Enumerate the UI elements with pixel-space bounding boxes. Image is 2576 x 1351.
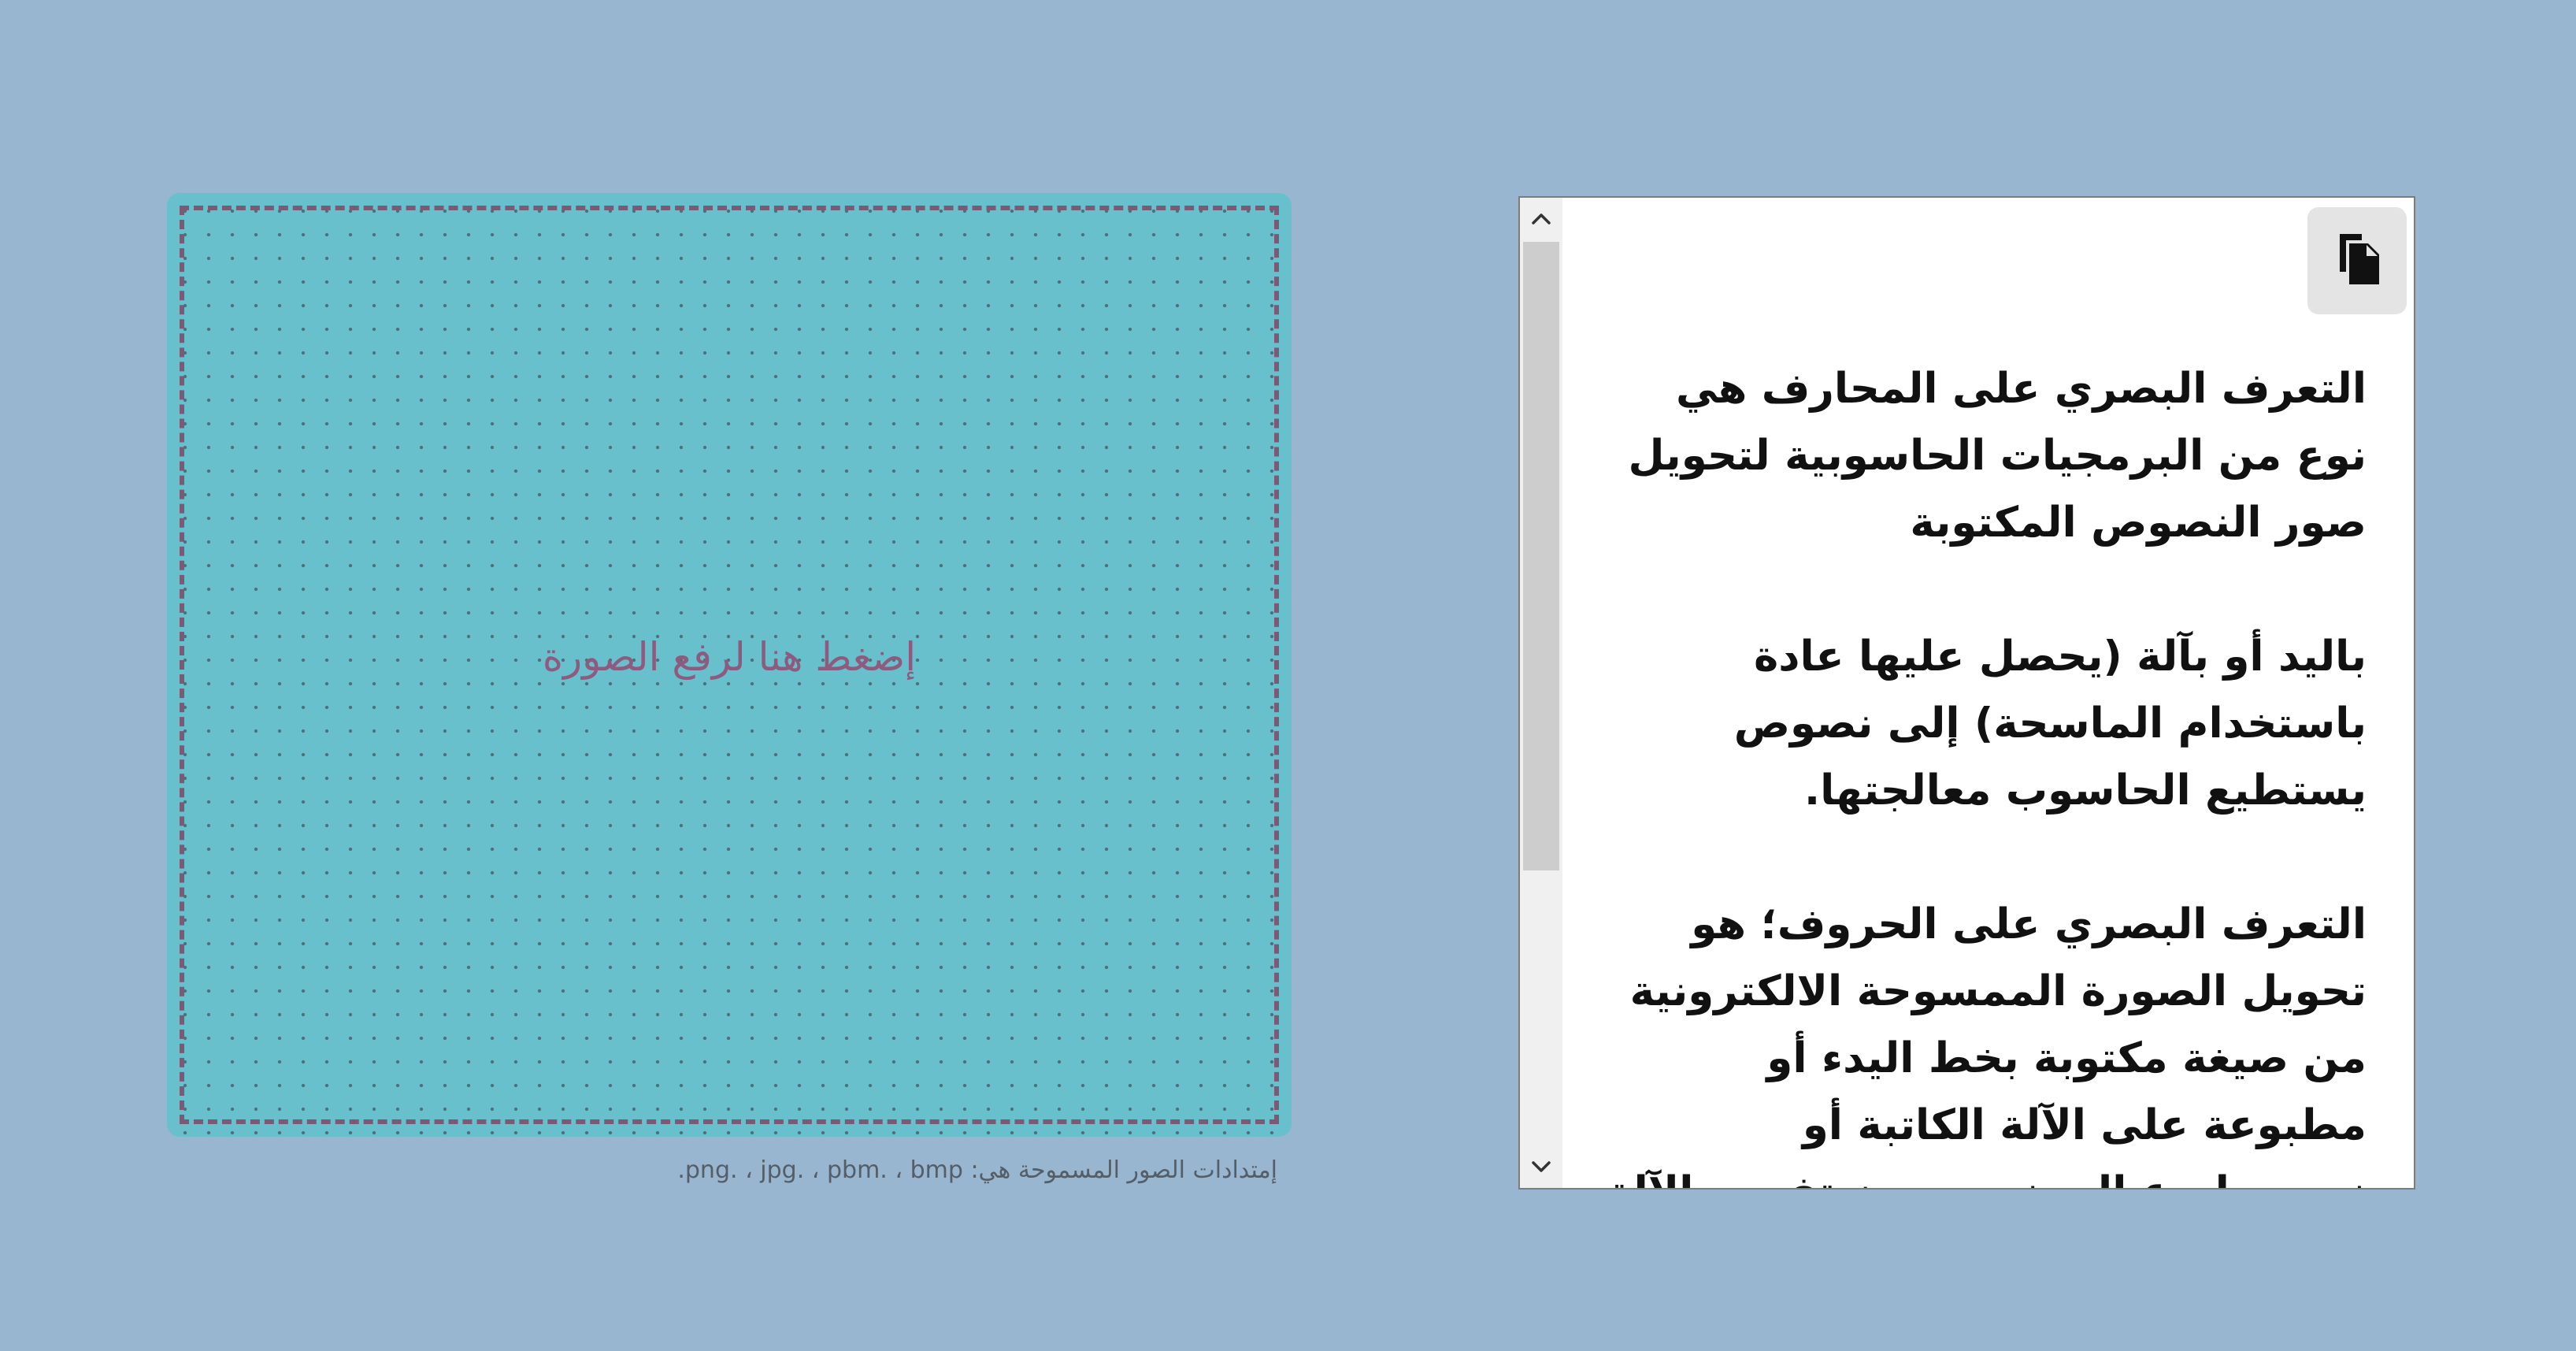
- image-upload-dropzone[interactable]: إضغط هنا لرفع الصورة: [167, 193, 1292, 1137]
- scroll-down-icon[interactable]: [1520, 1145, 1562, 1188]
- scroll-up-icon[interactable]: [1520, 198, 1562, 240]
- upload-label[interactable]: إضغط هنا لرفع الصورة: [167, 634, 1292, 680]
- copy-icon: [2330, 231, 2384, 291]
- vertical-scrollbar[interactable]: [1520, 198, 1562, 1188]
- scrollbar-thumb[interactable]: [1523, 242, 1559, 870]
- recognized-text[interactable]: التعرف البصري على المحارف هي نوع من البر…: [1599, 355, 2367, 1188]
- ocr-result-panel[interactable]: التعرف البصري على المحارف هي نوع من البر…: [1518, 196, 2415, 1190]
- copy-text-button[interactable]: [2307, 207, 2407, 314]
- allowed-extensions-hint: إمتدادات الصور المسموحة هي: png. ، jpg. …: [677, 1156, 1277, 1184]
